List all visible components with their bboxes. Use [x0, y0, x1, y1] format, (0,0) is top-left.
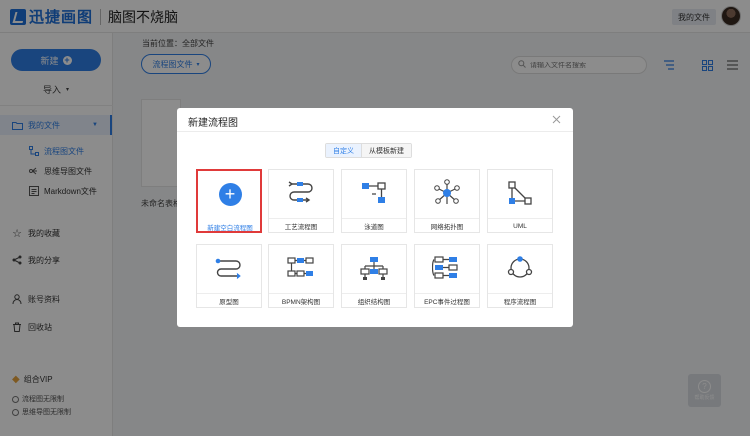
tile-program-flow[interactable]: 程序流程图: [487, 244, 553, 308]
tile-label: 程序流程图: [503, 299, 537, 306]
tile-epc[interactable]: EPC事件过程图: [414, 244, 480, 308]
tile-new-blank[interactable]: + 新建空白流程图: [196, 169, 262, 233]
tile-label: 工艺流程图: [284, 224, 318, 231]
tile-process-flow[interactable]: 工艺流程图: [268, 169, 334, 233]
tab-from-template[interactable]: 从模板新建: [361, 144, 411, 157]
tile-label: EPC事件过程图: [424, 299, 470, 306]
tile-label: 新建空白流程图: [207, 224, 253, 232]
tile-org-chart[interactable]: 组织结构图: [341, 244, 407, 308]
tile-label: UML: [513, 222, 527, 230]
tile-bpmn[interactable]: BPMN架构图: [268, 244, 334, 308]
org-chart-icon: [342, 253, 406, 283]
program-flow-icon: [488, 253, 552, 283]
tile-label: BPMN架构图: [281, 299, 321, 306]
tile-label: 网络拓扑图: [430, 224, 464, 231]
tile-uml[interactable]: UML: [487, 169, 553, 233]
tile-network-topology[interactable]: 网络拓扑图: [414, 169, 480, 233]
tile-swimlane[interactable]: 泳道图: [341, 169, 407, 233]
divider: [177, 131, 573, 132]
tile-prototype[interactable]: 原型图: [196, 244, 262, 308]
tab-custom[interactable]: 自定义: [326, 144, 361, 157]
tile-label: 原型图: [219, 299, 239, 306]
epc-icon: [415, 253, 479, 283]
prototype-icon: [197, 253, 261, 283]
process-flow-icon: [269, 178, 333, 208]
close-icon[interactable]: [550, 113, 562, 125]
add-blank-icon: +: [198, 179, 262, 209]
tile-label: 组织结构图: [357, 299, 391, 306]
bpmn-icon: [269, 253, 333, 283]
swimlane-icon: [342, 178, 406, 208]
dialog-title: 新建流程图: [188, 118, 238, 129]
dialog-tabs: 自定义 从模板新建: [325, 143, 412, 158]
uml-icon: [488, 178, 552, 208]
new-flowchart-dialog: 新建流程图 自定义 从模板新建 + 新建空白流程图 工艺流程图 泳道图 网络拓扑…: [177, 108, 573, 327]
network-topology-icon: [415, 178, 479, 208]
tile-label: 泳道图: [364, 224, 384, 231]
